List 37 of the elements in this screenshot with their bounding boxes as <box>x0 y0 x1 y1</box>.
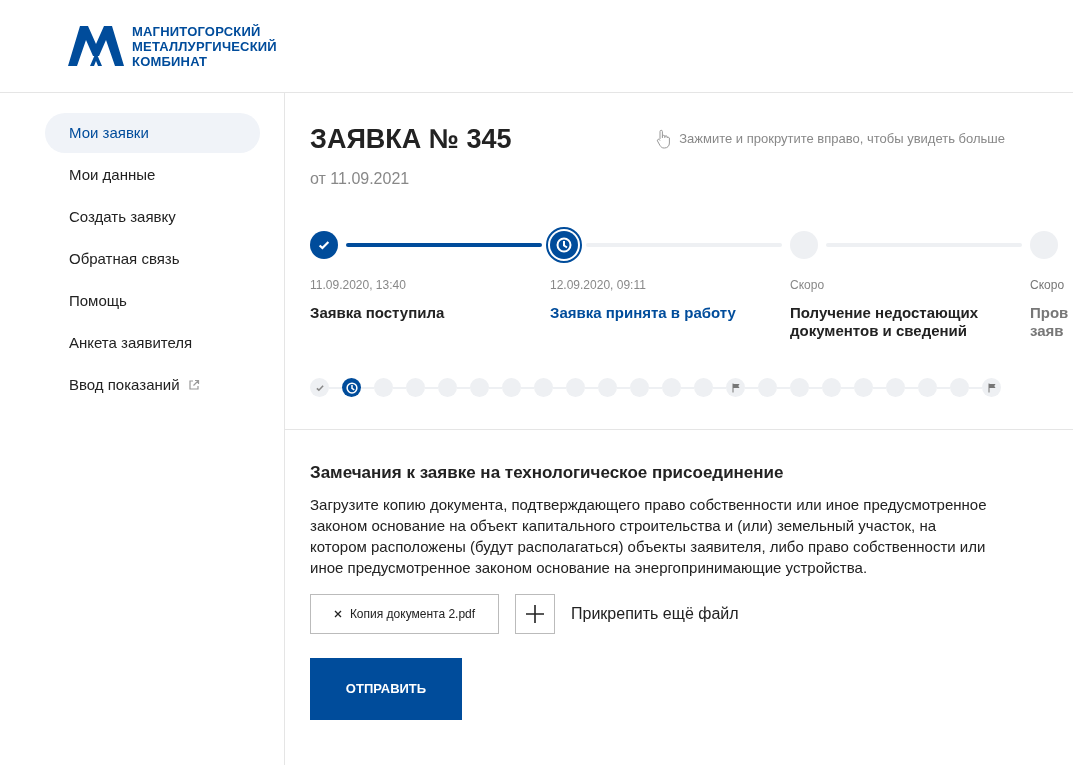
check-icon <box>317 238 331 252</box>
sidebar-item[interactable]: Помощь <box>45 281 260 321</box>
plus-icon <box>525 603 545 624</box>
clock-icon <box>556 237 572 253</box>
logo-text: КОМБИНАТ <box>132 53 209 69</box>
submit-button[interactable]: ОТПРАВИТЬ <box>310 657 462 720</box>
check-icon <box>314 382 325 393</box>
close-icon[interactable] <box>333 609 342 618</box>
step-time: Скоро <box>1030 277 1065 294</box>
step-title: Получение недостающих документов и сведений <box>790 304 980 340</box>
step-title: Заявка принята в работу <box>550 304 736 322</box>
step-title: Заявка поступила <box>310 304 445 322</box>
step-time: 11.09.2020, 13:40 <box>310 277 406 294</box>
step-time: Скоро <box>790 277 825 294</box>
scroll-hint: Зажмите и прокрутите вправо, чтобы увидеть больше <box>679 130 1005 149</box>
request-title: ЗАЯВКА № 345 <box>310 123 512 155</box>
company-logo[interactable]: МАГНИТОГОРСКИЙ МЕТАЛЛУРГИЧЕСКИЙ КОМБИНАТ <box>68 23 277 69</box>
flag-icon <box>986 382 997 393</box>
sidebar-item[interactable]: Мои заявки <box>45 113 260 153</box>
remarks-heading: Замечания к заявке на технологическое присоединение <box>310 462 785 484</box>
hand-pointer-icon <box>655 129 672 149</box>
sidebar-item[interactable]: Обратная связь <box>45 239 260 279</box>
flag-icon <box>730 382 741 393</box>
logo-text: МАГНИТОГОРСКИЙ <box>132 23 262 39</box>
sidebar-item[interactable]: Ввод показаний <box>45 365 260 405</box>
logo-text: МЕТАЛЛУРГИЧЕСКИЙ <box>132 38 277 54</box>
sidebar-item[interactable]: Мои данные <box>45 155 260 195</box>
logo-emblem-icon <box>68 26 124 66</box>
step-time: 12.09.2020, 09:11 <box>550 277 646 294</box>
step-title: Пров заяв <box>1030 304 1070 340</box>
remarks-text: Загрузите копию документа, подтверждающего право собственности или иное предусмотренное законом основание на объект капитального строительства и (или) земельный участок, на котором расположены (будут располагаться) объекты заявителя, либо право собственности или иное предусмотренное законом основание на энергопринимающие устройства. <box>310 494 988 578</box>
sidebar-item[interactable]: Анкета заявителя <box>45 323 260 363</box>
file-chip[interactable]: Копия документа 2.pdf <box>310 593 499 634</box>
attach-label[interactable]: Прикрепить ещё файл <box>571 601 739 626</box>
request-date: от 11.09.2021 <box>310 169 411 189</box>
sidebar-item[interactable]: Создать заявку <box>45 197 260 237</box>
add-file-button[interactable] <box>515 593 555 634</box>
